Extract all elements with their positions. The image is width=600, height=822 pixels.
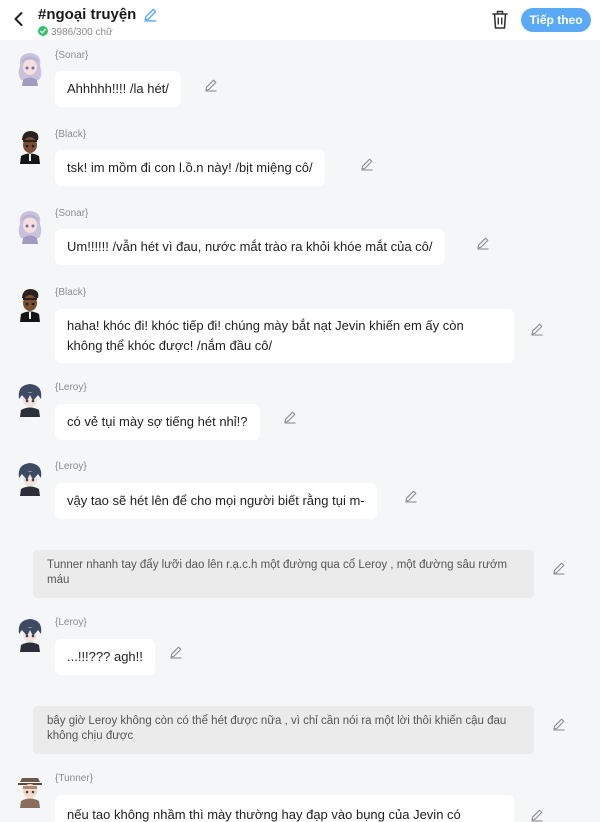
black-avatar-icon — [14, 128, 46, 164]
message-bubble[interactable]: vậy tao sẽ hét lên để cho mọi người biết… — [55, 483, 377, 519]
pencil-icon[interactable] — [530, 808, 544, 822]
top-bar: #ngoại truyện 3986/300 chữ Tiếp theo — [0, 0, 600, 40]
narration-block[interactable]: Tunner nhanh tay đẩy lưỡi dao lên r.ạ.c.… — [33, 550, 534, 598]
tunner-avatar-icon — [14, 772, 46, 808]
speaker-name: {Leroy} — [55, 461, 87, 472]
speaker-name: {Sonar} — [55, 50, 89, 61]
page-title: #ngoại truyện — [38, 6, 137, 24]
message-bubble[interactable]: nếu tao không nhầm thì mày thường hay đạ… — [55, 795, 514, 822]
next-button[interactable]: Tiếp theo — [521, 8, 591, 32]
pencil-icon[interactable] — [169, 645, 183, 659]
narration-block[interactable]: bây giờ Leroy không còn có thể hét được … — [33, 706, 534, 754]
pencil-icon[interactable] — [204, 78, 218, 92]
pencil-icon[interactable] — [552, 561, 566, 575]
leroy-avatar-icon — [14, 381, 46, 417]
back-arrow-icon[interactable] — [10, 10, 28, 28]
message-bubble[interactable]: Um!!!!!! /vẫn hét vì đau, nước mắt trào … — [55, 229, 445, 265]
pencil-icon[interactable] — [283, 410, 297, 424]
leroy-avatar-icon — [14, 616, 46, 652]
word-count-text: 3986/300 chữ — [51, 27, 113, 38]
title-block: #ngoại truyện 3986/300 chữ — [38, 6, 158, 38]
pencil-icon[interactable] — [530, 322, 544, 336]
message-bubble[interactable]: có vẻ tụi mày sợ tiếng hét nhỉ!? — [55, 404, 260, 440]
speaker-name: {Black} — [55, 287, 87, 298]
sonar-avatar-icon — [14, 50, 46, 86]
leroy-avatar-icon — [14, 460, 46, 496]
trash-icon[interactable] — [490, 9, 510, 31]
message-bubble[interactable]: Ahhhhh!!!! /la hét/ — [55, 71, 181, 107]
speaker-name: {Black} — [55, 129, 87, 140]
sonar-avatar-icon — [14, 208, 46, 244]
message-bubble[interactable]: haha! khóc đi! khóc tiếp đi! chúng mày b… — [55, 309, 514, 363]
speaker-name: {Leroy} — [55, 617, 87, 628]
speaker-name: {Sonar} — [55, 208, 89, 219]
pencil-icon[interactable] — [360, 157, 374, 171]
pencil-icon[interactable] — [404, 489, 418, 503]
message-bubble[interactable]: tsk! im mồm đi con l.ồ.n này! /bịt miệng… — [55, 150, 325, 186]
speaker-name: {Leroy} — [55, 382, 87, 393]
word-count: 3986/300 chữ — [38, 26, 158, 38]
pencil-icon[interactable] — [552, 717, 566, 731]
speaker-name: {Tunner} — [55, 773, 93, 784]
check-icon — [38, 26, 48, 36]
pencil-icon[interactable] — [476, 236, 490, 250]
edit-title-pencil-icon[interactable] — [143, 7, 158, 22]
message-bubble[interactable]: ...!!!??? agh!! — [55, 639, 155, 675]
black-avatar-icon — [14, 286, 46, 322]
